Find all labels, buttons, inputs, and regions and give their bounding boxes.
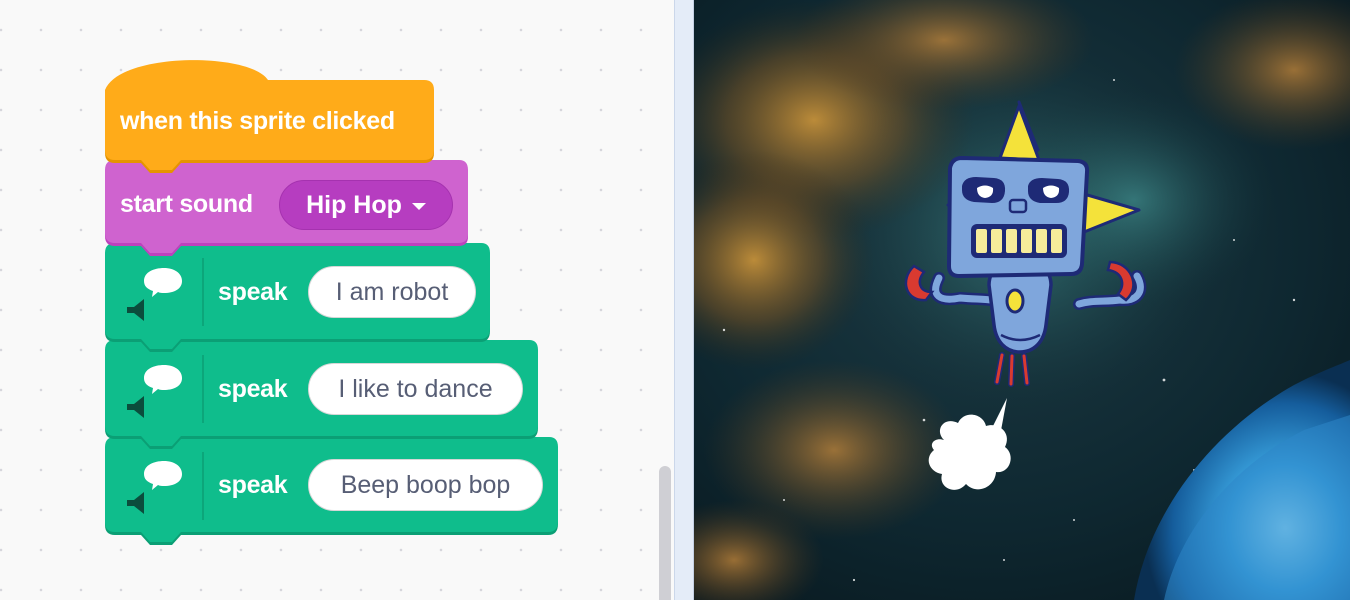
workspace-scrollbar[interactable] xyxy=(659,466,671,600)
speak-text-input-2[interactable]: I like to dance xyxy=(308,363,523,415)
start-sound-label[interactable]: start sound xyxy=(120,190,253,219)
sound-dropdown[interactable]: Hip Hop xyxy=(279,180,453,230)
speak-text-input-3[interactable]: Beep boop bop xyxy=(308,459,543,511)
speech-speaker-icon xyxy=(127,365,182,418)
code-workspace[interactable]: when this sprite clicked start sound Hip… xyxy=(0,0,674,600)
hat-block-label[interactable]: when this sprite clicked xyxy=(120,107,395,136)
scratch-editor: when this sprite clicked start sound Hip… xyxy=(0,0,1350,600)
sound-dropdown-value: Hip Hop xyxy=(306,190,402,219)
speak-text-input-1[interactable]: I am robot xyxy=(308,266,476,318)
stage[interactable] xyxy=(694,0,1350,600)
speech-speaker-icon xyxy=(127,268,182,321)
speech-speaker-icon xyxy=(127,461,182,514)
speak-label-2[interactable]: speak xyxy=(218,375,288,404)
stage-canvas xyxy=(694,0,1350,600)
speak-label-3[interactable]: speak xyxy=(218,471,288,500)
pane-divider[interactable] xyxy=(674,0,694,600)
speak-label-1[interactable]: speak xyxy=(218,278,288,307)
chevron-down-icon xyxy=(411,203,426,210)
